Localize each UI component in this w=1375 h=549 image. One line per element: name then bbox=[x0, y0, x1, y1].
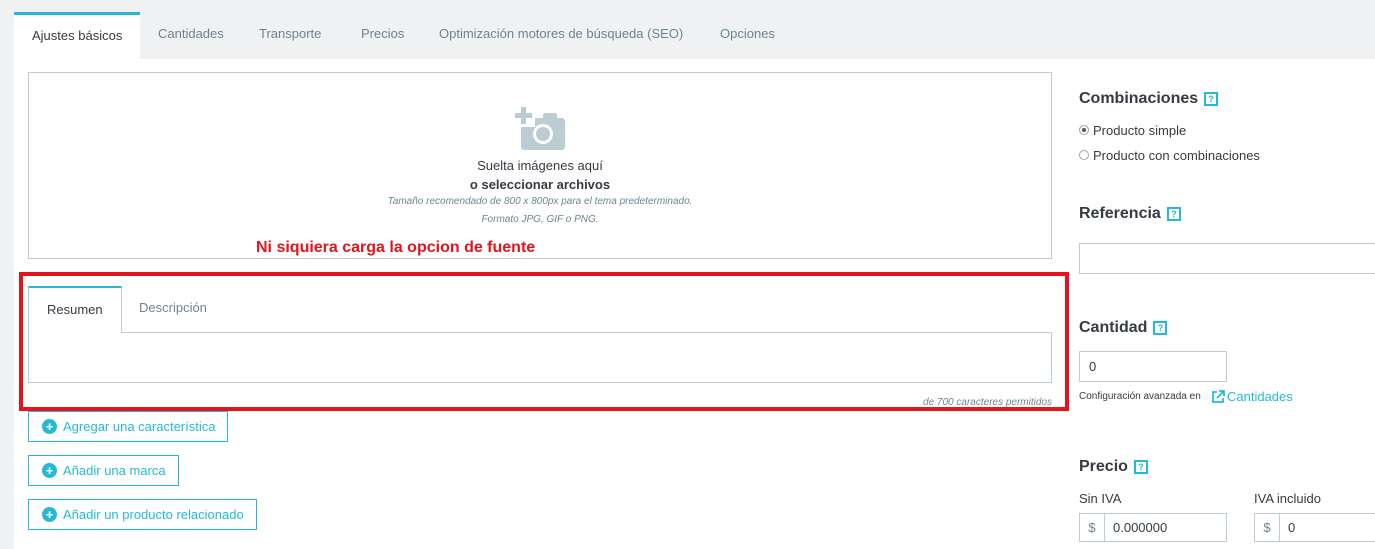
tax-excluded-label: Sin IVA bbox=[1079, 491, 1122, 506]
product-tab-bar: Ajustes básicos Cantidades Transporte Pr… bbox=[0, 0, 1375, 59]
price-tax-excluded-input[interactable]: $ 0.000000 bbox=[1079, 513, 1227, 542]
currency-symbol: $ bbox=[1080, 514, 1105, 541]
quantity-title: Cantidad bbox=[1079, 319, 1148, 336]
tax-included-label: IVA incluido bbox=[1254, 491, 1321, 506]
reference-title: Referencia bbox=[1079, 205, 1161, 222]
plus-circle-icon: + bbox=[42, 463, 57, 478]
radio-unselected-icon[interactable] bbox=[1079, 150, 1089, 160]
radio-selected-icon[interactable] bbox=[1079, 125, 1089, 135]
radio-combinations-label: Producto con combinaciones bbox=[1093, 148, 1260, 163]
tab-shipping[interactable]: Transporte bbox=[241, 12, 339, 59]
tab-options[interactable]: Opciones bbox=[702, 12, 793, 59]
tab-summary[interactable]: Resumen bbox=[28, 286, 122, 333]
add-related-product-label: Añadir un producto relacionado bbox=[63, 507, 244, 522]
price-title: Precio bbox=[1079, 458, 1128, 475]
summary-editor[interactable] bbox=[28, 332, 1052, 383]
combinations-heading: Combinaciones? bbox=[1079, 90, 1219, 108]
radio-product-with-combinations[interactable]: Producto con combinaciones bbox=[1079, 148, 1260, 163]
external-link-icon[interactable] bbox=[1211, 390, 1225, 404]
recommended-size-note: Tamaño recomendado de 800 x 800px para e… bbox=[387, 196, 693, 207]
add-brand-label: Añadir una marca bbox=[63, 463, 166, 478]
char-counter: de 700 caracteres permitidos bbox=[923, 397, 1052, 408]
quantity-heading: Cantidad? bbox=[1079, 319, 1168, 337]
radio-simple-product[interactable]: Producto simple bbox=[1079, 123, 1186, 138]
price-heading: Precio? bbox=[1079, 458, 1148, 476]
help-icon[interactable]: ? bbox=[1153, 321, 1168, 335]
tab-pricing[interactable]: Precios bbox=[343, 12, 422, 59]
quantities-link[interactable]: Cantidades bbox=[1227, 389, 1293, 404]
radio-simple-label: Producto simple bbox=[1093, 123, 1187, 138]
price-tax-included-value: 0 bbox=[1288, 520, 1296, 535]
help-icon[interactable]: ? bbox=[1166, 207, 1181, 221]
add-related-product-button[interactable]: + Añadir un producto relacionado bbox=[28, 499, 257, 530]
image-dropzone[interactable]: Suelta imágenes aquí o seleccionar archi… bbox=[28, 72, 1052, 259]
select-files-link[interactable]: o seleccionar archivos bbox=[29, 177, 1051, 192]
reference-input[interactable] bbox=[1079, 243, 1375, 274]
reference-heading: Referencia? bbox=[1079, 205, 1181, 223]
price-tax-included-input[interactable]: $ 0 bbox=[1254, 513, 1375, 542]
plus-circle-icon: + bbox=[42, 419, 57, 434]
help-icon[interactable]: ? bbox=[1204, 92, 1219, 106]
dropzone-hint: Suelta imágenes aquí bbox=[477, 158, 603, 173]
left-gutter bbox=[0, 59, 14, 549]
add-feature-button[interactable]: + Agregar una característica bbox=[28, 411, 229, 442]
plus-circle-icon: + bbox=[42, 507, 57, 522]
currency-symbol: $ bbox=[1255, 514, 1280, 541]
advanced-settings-note: Configuración avanzada en bbox=[1079, 391, 1201, 402]
tab-basic-settings[interactable]: Ajustes básicos bbox=[14, 12, 141, 59]
add-feature-label: Agregar una característica bbox=[63, 419, 216, 434]
tab-quantities[interactable]: Cantidades bbox=[140, 12, 242, 59]
format-note: Formato JPG, GIF o PNG. bbox=[481, 214, 599, 225]
camera-add-icon bbox=[513, 105, 565, 150]
tab-seo[interactable]: Optimización motores de búsqueda (SEO) bbox=[421, 12, 701, 59]
help-icon[interactable]: ? bbox=[1133, 460, 1148, 474]
combinations-title: Combinaciones bbox=[1079, 90, 1199, 107]
price-tax-excluded-value: 0.000000 bbox=[1113, 520, 1168, 535]
add-brand-button[interactable]: + Añadir una marca bbox=[28, 455, 179, 486]
tab-description[interactable]: Descripción bbox=[121, 286, 225, 333]
quantity-input[interactable]: 0 bbox=[1079, 351, 1227, 382]
annotation-text: Ni siquiera carga la opcion de fuente bbox=[256, 239, 536, 256]
